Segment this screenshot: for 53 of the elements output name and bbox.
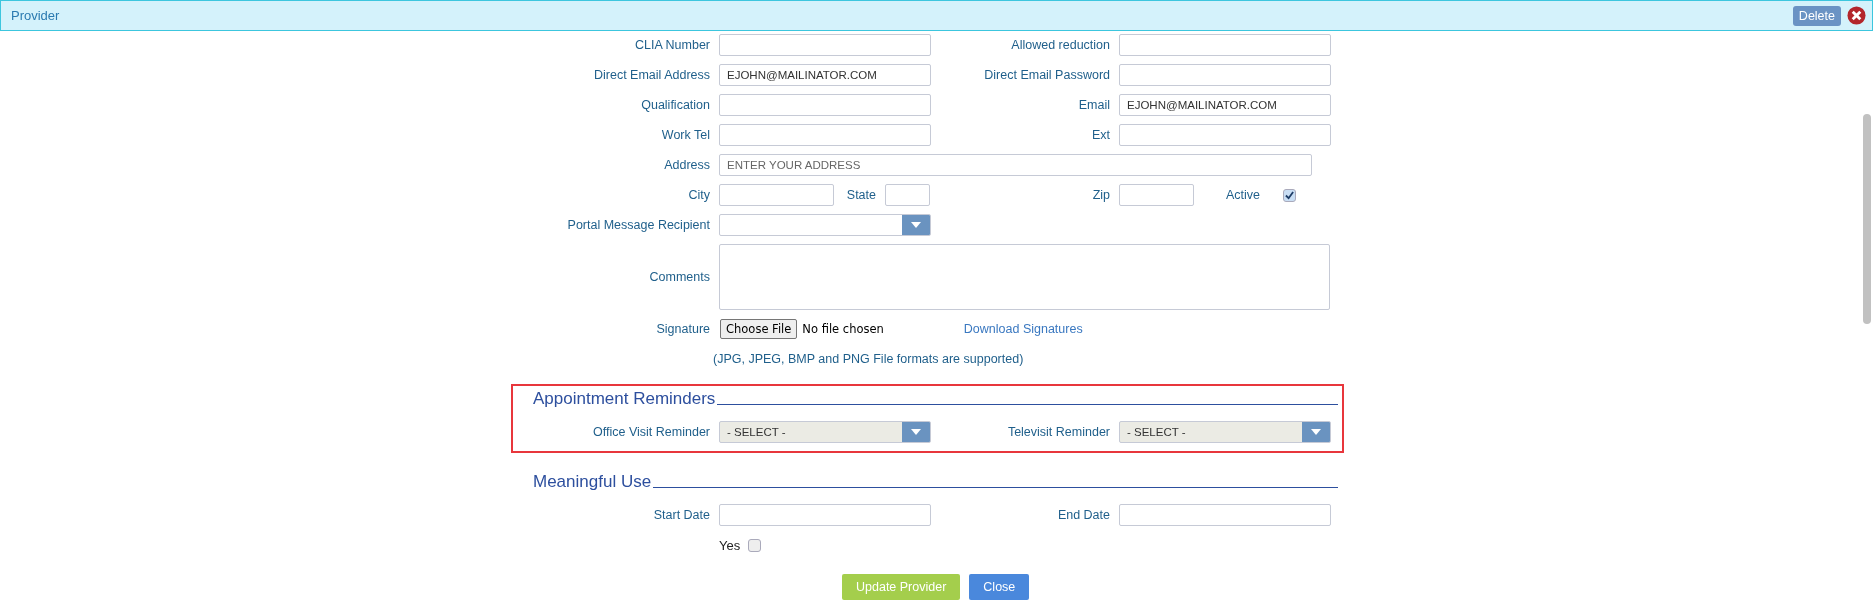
field-label: Direct Email Password — [983, 68, 1110, 82]
field-label: Office Visit Reminder — [592, 425, 710, 439]
field-label: Qualification — [640, 98, 710, 112]
text-field[interactable] — [719, 504, 931, 526]
field-label: Address — [663, 158, 710, 172]
field-label: Work Tel — [660, 128, 710, 142]
window-title: Provider — [11, 8, 61, 23]
comments-field[interactable] — [719, 244, 1330, 310]
select-field[interactable]: - SELECT - — [719, 421, 931, 443]
text-field[interactable] — [719, 184, 834, 206]
field-label: Ext — [1090, 128, 1110, 142]
text-field[interactable]: ENTER YOUR ADDRESS — [719, 154, 1312, 176]
field-label: Allowed reduction — [1010, 38, 1110, 52]
text-field[interactable] — [1119, 504, 1331, 526]
field-label: Email — [1077, 98, 1110, 112]
field-label: State — [845, 188, 876, 202]
text-field[interactable] — [719, 124, 931, 146]
checkbox-label: Yes — [719, 537, 741, 553]
field-label: Comments — [648, 270, 710, 284]
text-field[interactable] — [1119, 184, 1194, 206]
field-label: End Date — [1056, 508, 1110, 522]
download-signatures-link[interactable]: Download Signatures — [963, 322, 1083, 336]
close-button[interactable]: Close — [969, 574, 1030, 600]
dropdown-caret-icon[interactable] — [902, 215, 930, 235]
field-label: Active — [1224, 188, 1260, 202]
text-field[interactable] — [885, 184, 930, 206]
dropdown-caret-icon[interactable] — [902, 422, 930, 442]
text-field[interactable] — [1119, 124, 1331, 146]
select-field[interactable] — [719, 214, 931, 236]
field-label: Signature — [655, 322, 710, 336]
section-title: Meaningful Use — [533, 472, 652, 492]
checkbox[interactable] — [748, 538, 762, 552]
section-title: Appointment Reminders — [533, 389, 716, 409]
text-field[interactable] — [1119, 64, 1331, 86]
close-icon[interactable] — [1847, 6, 1866, 25]
select-field[interactable]: - SELECT - — [1119, 421, 1331, 443]
text-field[interactable] — [1119, 34, 1331, 56]
dropdown-caret-icon[interactable] — [1302, 422, 1330, 442]
text-field[interactable] — [719, 34, 931, 56]
checkbox[interactable] — [1283, 188, 1296, 202]
field-label: Start Date — [652, 508, 710, 522]
choose-file-button[interactable]: Choose File — [720, 319, 798, 339]
field-label: CLIA Number — [633, 38, 710, 52]
text-field[interactable]: EJOHN@MAILINATOR.COM — [1119, 94, 1331, 116]
file-status-text: No file chosen — [802, 322, 884, 336]
field-label: Televisit Reminder — [1006, 425, 1110, 439]
field-label: Direct Email Address — [593, 68, 710, 82]
field-label: Zip — [1091, 188, 1110, 202]
field-label: City — [687, 188, 710, 202]
field-label: Portal Message Recipient — [566, 218, 710, 232]
text-field[interactable] — [719, 94, 931, 116]
text-field[interactable]: EJOHN@MAILINATOR.COM — [719, 64, 931, 86]
file-format-note: (JPG, JPEG, BMP and PNG File formats are supported) — [713, 352, 1024, 366]
